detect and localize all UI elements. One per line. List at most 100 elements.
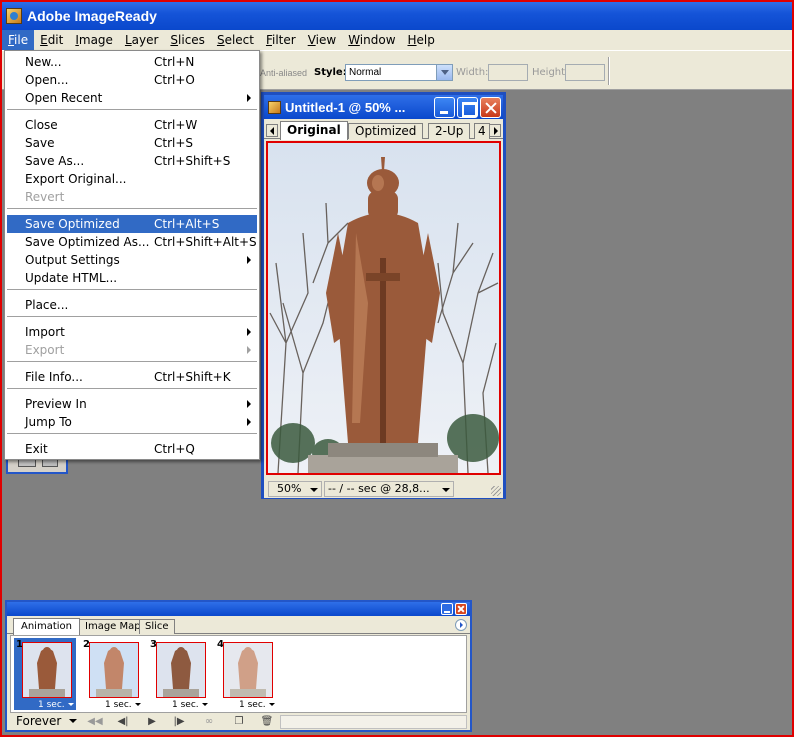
tab-animation[interactable]: Animation	[13, 618, 80, 635]
maximize-button[interactable]	[457, 97, 478, 118]
animation-palette: Animation Image Map Slice 1 1 sec. 2 1 s…	[5, 600, 472, 732]
file-menu-dropdown: New... Ctrl+N Open... Ctrl+O Open Recent C…	[4, 50, 260, 460]
submenu-arrow-icon	[247, 328, 251, 336]
width-field[interactable]	[488, 64, 528, 81]
tab-image-map[interactable]: Image Map	[79, 619, 147, 634]
chevron-down-icon	[69, 719, 77, 723]
menu-item-output-settings[interactable]: Output Settings	[7, 251, 257, 269]
menu-edit[interactable]: Edit	[34, 30, 69, 50]
animation-frame[interactable]: 3 1 sec.	[148, 638, 210, 710]
menu-item-preview-in[interactable]: Preview In	[7, 395, 257, 413]
menu-slices[interactable]: Slices	[164, 30, 211, 50]
loop-select[interactable]: Forever	[10, 714, 80, 729]
app-title: Adobe ImageReady	[27, 8, 157, 24]
zoom-select[interactable]: 50%	[268, 481, 322, 497]
height-field[interactable]	[565, 64, 605, 81]
menu-item-save-as[interactable]: Save As... Ctrl+Shift+S	[7, 152, 257, 170]
imageready-app-icon	[6, 8, 22, 24]
menu-item-new[interactable]: New... Ctrl+N	[7, 53, 257, 71]
first-frame-icon[interactable]: ◀◀	[86, 716, 104, 728]
previous-frame-icon[interactable]: ◀|	[114, 716, 132, 728]
chevron-down-icon	[310, 488, 318, 492]
menu-item-update-html[interactable]: Update HTML...	[7, 269, 257, 287]
menu-item-save[interactable]: Save Ctrl+S	[7, 134, 257, 152]
frame-thumbnail	[22, 642, 72, 698]
menu-separator	[7, 208, 257, 210]
menu-item-jump-to[interactable]: Jump To	[7, 413, 257, 431]
animation-frame[interactable]: 4 1 sec.	[215, 638, 277, 710]
menu-help[interactable]: Help	[402, 30, 441, 50]
frames-strip: 1 1 sec. 2 1 sec. 3 1 sec. 4 1 sec.	[10, 635, 467, 713]
statue-photo	[269, 157, 499, 473]
width-label: Width:	[456, 67, 489, 78]
frames-scrollbar[interactable]	[280, 715, 467, 729]
document-tabs: Original Optimized 2-Up 4	[264, 121, 503, 140]
resize-grip-icon[interactable]	[491, 486, 501, 496]
menu-item-save-optimized-as[interactable]: Save Optimized As... Ctrl+Shift+Alt+S	[7, 233, 257, 251]
tween-icon[interactable]: ∞	[200, 716, 218, 728]
trash-icon[interactable]: 🗑	[258, 716, 276, 728]
duplicate-frame-icon[interactable]: ❐	[230, 716, 248, 728]
menu-layer[interactable]: Layer	[119, 30, 164, 50]
document-title: Untitled-1 @ 50% ...	[285, 99, 406, 115]
submenu-arrow-icon	[247, 418, 251, 426]
play-icon[interactable]: ▶	[143, 716, 161, 728]
menu-select[interactable]: Select	[211, 30, 260, 50]
menu-item-open[interactable]: Open... Ctrl+O	[7, 71, 257, 89]
frame-thumbnail	[156, 642, 206, 698]
close-button[interactable]	[480, 97, 501, 118]
tab-2-up[interactable]: 2-Up	[428, 123, 471, 139]
chevron-down-icon	[442, 488, 450, 492]
tab-slice[interactable]: Slice	[139, 619, 175, 634]
submenu-arrow-icon	[247, 94, 251, 102]
tab-original[interactable]: Original	[280, 121, 348, 140]
menu-window[interactable]: Window	[342, 30, 401, 50]
tab-4-up[interactable]: 4	[474, 123, 490, 139]
tab-scroll-left-icon[interactable]	[266, 124, 278, 137]
menu-item-save-optimized[interactable]: Save Optimized Ctrl+Alt+S	[7, 215, 257, 233]
menu-filter[interactable]: Filter	[260, 30, 302, 50]
chevron-down-icon[interactable]	[436, 65, 452, 80]
palette-menu-icon[interactable]	[455, 619, 467, 631]
menu-separator	[7, 433, 257, 435]
menu-item-exit[interactable]: Exit Ctrl+Q	[7, 440, 257, 458]
menu-item-export: Export	[7, 341, 257, 359]
palette-close-button[interactable]	[455, 603, 467, 615]
canvas-image[interactable]	[266, 141, 501, 475]
document-title-bar[interactable]: Untitled-1 @ 50% ...	[264, 95, 503, 119]
palette-tabs: Animation Image Map Slice	[7, 618, 470, 635]
document-window: Untitled-1 @ 50% ... Original Optimized …	[261, 92, 506, 499]
antialias-label: Anti-aliased	[260, 68, 308, 78]
menu-item-open-recent[interactable]: Open Recent	[7, 89, 257, 107]
minimize-button[interactable]	[434, 97, 455, 118]
frame-thumbnail	[223, 642, 273, 698]
download-time-info[interactable]: -- / -- sec @ 28,8...	[324, 481, 454, 497]
menu-view[interactable]: View	[302, 30, 342, 50]
menu-separator	[7, 316, 257, 318]
menu-item-revert: Revert	[25, 190, 65, 204]
animation-frame[interactable]: 1 1 sec.	[14, 638, 76, 710]
tab-optimized[interactable]: Optimized	[348, 123, 424, 139]
style-select[interactable]: Normal	[345, 64, 453, 81]
menu-separator	[7, 388, 257, 390]
menu-item-import[interactable]: Import	[7, 323, 257, 341]
document-status-bar: 50% -- / -- sec @ 28,8...	[264, 480, 503, 498]
menu-item-close[interactable]: Close Ctrl+W	[7, 116, 257, 134]
next-frame-icon[interactable]: |▶	[170, 716, 188, 728]
submenu-arrow-icon	[247, 256, 251, 264]
menu-item-file-info[interactable]: File Info... Ctrl+Shift+K	[7, 368, 257, 386]
height-label: Height:	[532, 67, 569, 78]
tab-scroll-right-icon[interactable]	[489, 124, 501, 137]
menu-separator	[7, 109, 257, 111]
menu-item-place[interactable]: Place...	[7, 296, 257, 314]
submenu-arrow-icon	[247, 400, 251, 408]
menu-separator	[7, 289, 257, 291]
menu-separator	[7, 361, 257, 363]
menu-item-export-original[interactable]: Export Original...	[7, 170, 257, 188]
document-icon	[268, 100, 281, 114]
palette-title-bar[interactable]	[7, 602, 470, 616]
palette-minimize-button[interactable]	[441, 603, 453, 615]
menu-image[interactable]: Image	[69, 30, 119, 50]
animation-frame[interactable]: 2 1 sec.	[81, 638, 143, 710]
menu-file[interactable]: File	[2, 30, 35, 50]
